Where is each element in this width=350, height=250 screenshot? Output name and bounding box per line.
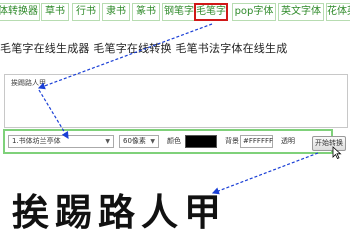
annotation-arrow-button-to-result [211, 152, 319, 195]
annotation-arrow-tab-to-input [37, 23, 213, 90]
annotation-arrow-input-to-options [38, 89, 69, 140]
annotation-arrows [37, 23, 319, 195]
